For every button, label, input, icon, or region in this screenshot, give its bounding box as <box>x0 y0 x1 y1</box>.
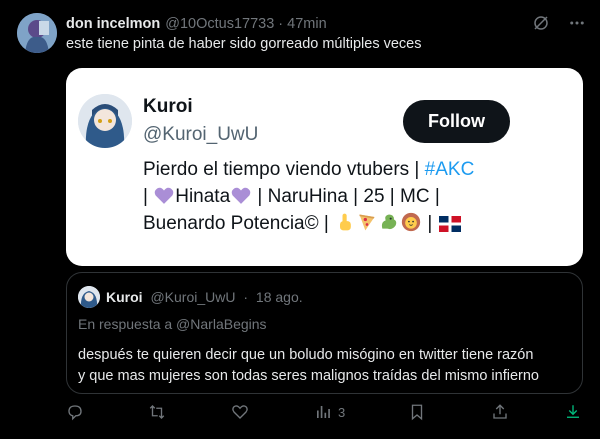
card-profile-name: Kuroi <box>143 96 193 117</box>
grok-icon[interactable] <box>532 14 550 32</box>
card-avatar-image <box>78 94 132 148</box>
bookmark-icon <box>411 404 423 421</box>
quote-text-line-2: y que mas mujeres son todas seres malign… <box>78 368 539 384</box>
retweet-icon <box>149 405 165 419</box>
bio-line-1: Pierdo el tiempo viendo vtubers | #AKC <box>143 156 543 183</box>
dragon-icon <box>382 214 397 230</box>
bookmark-button[interactable] <box>408 403 426 421</box>
tweet-time[interactable]: 47min <box>287 16 327 32</box>
quote-time: 18 ago. <box>255 289 303 305</box>
profile-card-image[interactable]: Kuroi @Kuroi_UwU Follow Pierdo el tiempo… <box>66 68 583 266</box>
lion-icon <box>401 212 421 232</box>
heart-icon <box>232 405 248 419</box>
separator-dot: · <box>278 16 284 32</box>
reply-button[interactable] <box>66 403 84 421</box>
card-avatar <box>78 94 132 148</box>
bio-line-3-sep: | <box>422 213 438 234</box>
quote-text-line-1: después te quieren decir que un boludo m… <box>78 347 534 363</box>
action-bar: 3 <box>66 403 586 427</box>
download-icon <box>567 405 579 418</box>
bio-line-2-end: | NaruHina | 25 | MC | <box>252 186 440 207</box>
retweet-button[interactable] <box>148 403 166 421</box>
views-icon <box>317 406 330 418</box>
follow-button: Follow <box>403 100 510 143</box>
views-button[interactable]: 3 <box>314 403 345 421</box>
quoted-tweet[interactable]: Kuroi @Kuroi_UwU · 18 ago. En respuesta … <box>66 272 583 394</box>
pizza-icon <box>359 214 375 231</box>
like-button[interactable] <box>231 403 249 421</box>
tweet-text: este tiene pinta de haber sido gorreado … <box>66 36 422 52</box>
quote-author-handle: @Kuroi_UwU <box>150 289 236 305</box>
avatar-image <box>17 13 57 53</box>
quote-header: Kuroi @Kuroi_UwU · 18 ago. <box>106 289 303 305</box>
quote-text: después te quieren decir que un boludo m… <box>78 345 539 387</box>
quote-avatar-image <box>78 286 100 308</box>
dominican-flag-icon <box>438 216 461 232</box>
more-icon[interactable] <box>568 14 586 32</box>
author-name[interactable]: don incelmon <box>66 16 160 32</box>
download-button[interactable] <box>564 403 582 421</box>
share-icon <box>493 404 507 419</box>
avatar[interactable] <box>17 13 57 53</box>
purple-heart-icon <box>154 187 174 204</box>
bio-hashtag: #AKC <box>424 159 475 180</box>
bio-line-1-text: Pierdo el tiempo viendo vtubers | <box>143 159 425 180</box>
tweet-header: don incelmon @10Octus17733 · 47min <box>66 14 586 34</box>
share-button[interactable] <box>491 403 509 421</box>
purple-heart-icon <box>231 187 251 204</box>
reply-icon <box>68 405 82 421</box>
bio-line-3-text: Buenardo Potencia© | <box>143 213 335 234</box>
pointing-up-icon <box>340 213 351 231</box>
quote-reply-to: En respuesta a @NarlaBegins <box>78 316 267 332</box>
card-bio: Pierdo el tiempo viendo vtubers | #AKC |… <box>143 156 543 237</box>
bio-line-2: | Hinata | NaruHina | 25 | MC | <box>143 183 543 210</box>
card-profile-handle: @Kuroi_UwU <box>143 124 259 145</box>
header-actions <box>532 14 586 32</box>
bio-hinata: Hinata <box>175 186 231 207</box>
quote-author-name: Kuroi <box>106 289 143 305</box>
quote-avatar <box>78 286 100 308</box>
quote-separator-dot: · <box>243 289 249 305</box>
author-handle[interactable]: @10Octus17733 <box>165 16 274 32</box>
bio-line-3: Buenardo Potencia© | | <box>143 210 543 237</box>
views-count: 3 <box>338 404 346 420</box>
bio-line-2-start: | <box>143 186 154 207</box>
